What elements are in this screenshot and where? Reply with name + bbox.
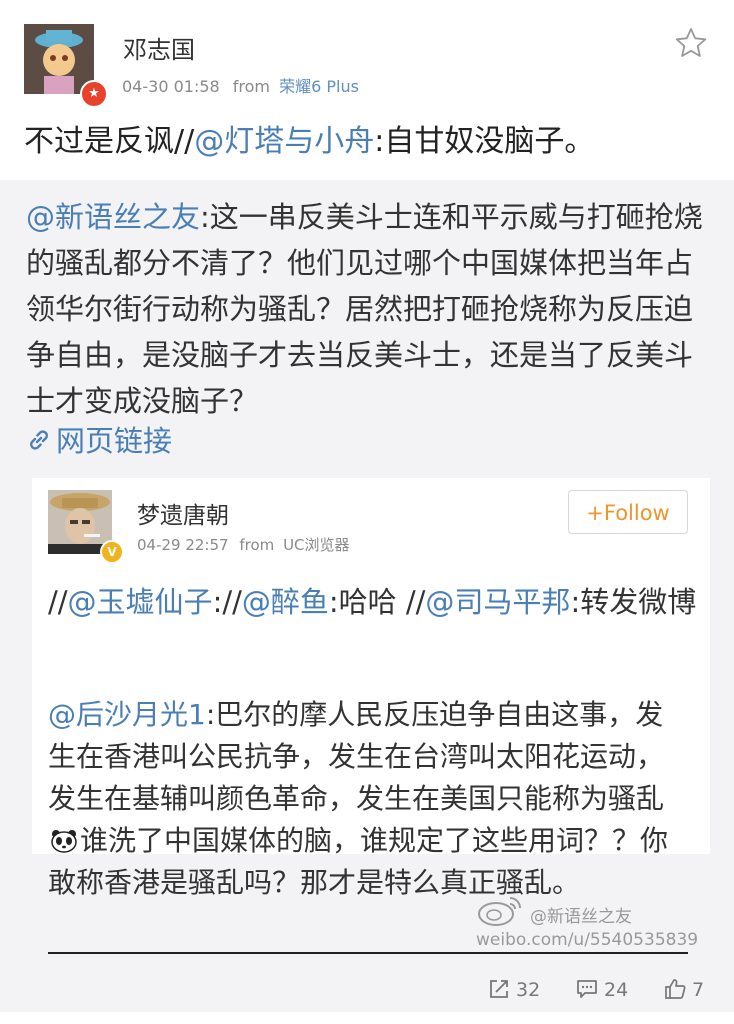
watermark-url: weibo.com/u/5540535839 <box>476 930 699 950</box>
web-link[interactable]: 网页链接 <box>26 418 172 460</box>
weibo-logo <box>478 897 521 926</box>
card-text-part: :转发微博 <box>570 585 697 619</box>
like-button[interactable]: 7 <box>664 978 704 1001</box>
card-from-label: from <box>239 536 275 554</box>
card-verified-badge: V <box>100 540 124 564</box>
plus-icon: + <box>586 501 604 525</box>
reply-body-b: 谁洗了中国媒体的脑，谁规定了这些用词？？你敢称香港是骚乱吗？那才是特么真正骚乱。 <box>48 824 669 899</box>
from-label: from <box>232 77 271 96</box>
card-text-part: :// <box>212 585 242 619</box>
card-header: V 梦遗唐朝 04-29 22:57 from UC浏览器 +Follow <box>32 478 710 578</box>
card-text: //@玉墟仙子://@醉鱼:哈哈 //@司马平邦:转发微博 <box>48 580 698 624</box>
quoted-text: @新语丝之友:这一串反美斗士连和平示威与打砸抢烧的骚乱都分不清了？他们见过哪个中… <box>26 194 716 424</box>
link-icon <box>30 430 48 450</box>
web-link-label: 网页链接 <box>56 424 173 458</box>
mention-link[interactable]: @醉鱼 <box>242 585 329 619</box>
like-icon <box>665 979 686 999</box>
card-source[interactable]: UC浏览器 <box>283 536 349 554</box>
post-meta: 04-30 01:58 from 荣耀6 Plus <box>122 73 359 97</box>
comment-count: 24 <box>604 979 629 1001</box>
verified-badge: ★ <box>80 80 108 108</box>
card-meta: 04-29 22:57 from UC浏览器 <box>137 534 350 555</box>
reply-author-link[interactable]: @后沙月光1 <box>48 698 206 731</box>
divider <box>48 952 688 954</box>
follow-label: Follow <box>603 501 670 525</box>
repost-button[interactable]: 32 <box>488 978 540 1001</box>
mention-link[interactable]: @玉墟仙子 <box>68 585 213 619</box>
repost-count: 32 <box>516 979 541 1001</box>
repost-icon <box>490 980 508 998</box>
watermark-handle: @新语丝之友 <box>530 907 632 927</box>
post-text: 不过是反讽//@灯塔与小舟:自甘奴没脑子。 <box>24 120 714 164</box>
weibo-watermark: @新语丝之友 weibo.com/u/5540535839 <box>476 890 716 960</box>
post-header: ★ 邓志国 04-30 01:58 from 荣耀6 Plus <box>0 0 734 112</box>
panda-emoji-icon <box>51 830 77 853</box>
mention-link[interactable]: @司马平邦 <box>425 585 570 619</box>
mention-link[interactable]: @灯塔与小舟 <box>194 124 374 159</box>
comment-icon <box>577 980 597 998</box>
post-text-suffix: :自甘奴没脑子。 <box>374 124 595 159</box>
card-timestamp: 04-29 22:57 <box>137 536 229 554</box>
card-text-part: :哈哈 // <box>328 585 426 619</box>
post-text-prefix: 不过是反讽// <box>24 124 195 159</box>
star-icon[interactable] <box>674 26 708 60</box>
like-count: 7 <box>692 979 705 1001</box>
card-username[interactable]: 梦遗唐朝 <box>137 496 229 530</box>
follow-button[interactable]: +Follow <box>568 490 688 534</box>
repost-container[interactable]: @新语丝之友:这一串反美斗士连和平示威与打砸抢烧的骚乱都分不清了？他们见过哪个中… <box>0 180 734 1012</box>
action-bar: 32 24 7 <box>0 972 734 1012</box>
post-source[interactable]: 荣耀6 Plus <box>279 77 359 96</box>
username[interactable]: 邓志国 <box>123 30 195 65</box>
reply-text: @后沙月光1:巴尔的摩人民反压迫争自由这事，发生在香港叫公民抗争，发生在台湾叫太… <box>48 694 688 904</box>
card-text-part: // <box>48 585 68 619</box>
timestamp: 04-30 01:58 <box>122 77 220 96</box>
quoted-author-link[interactable]: @新语丝之友 <box>26 200 200 234</box>
comment-button[interactable]: 24 <box>576 978 628 1001</box>
